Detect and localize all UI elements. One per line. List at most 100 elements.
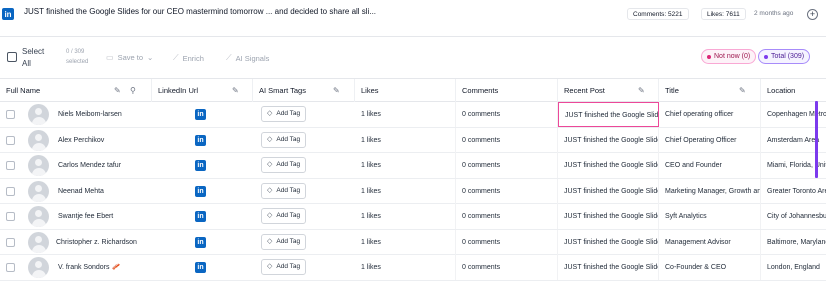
- tag-icon: ◇: [267, 212, 273, 219]
- ai-signals-button[interactable]: ⟋ AI Signals: [226, 53, 269, 63]
- row-location[interactable]: City of Johannesburg: [761, 204, 826, 229]
- row-location[interactable]: London, England: [761, 255, 826, 280]
- row-location[interactable]: Baltimore, Maryland: [761, 230, 826, 255]
- col-linkedin-url-label: LinkedIn Url: [158, 86, 199, 95]
- col-recent-post[interactable]: Recent Post ✎: [558, 79, 659, 102]
- row-title[interactable]: CEO and Founder: [659, 153, 761, 178]
- row-title[interactable]: Marketing Manager, Growth and: [659, 178, 761, 204]
- row-recent-post[interactable]: JUST finished the Google Slides: [558, 204, 659, 229]
- not-now-filter[interactable]: Not now (0): [701, 49, 757, 64]
- save-to-button[interactable]: ▭ Save to ⌄: [106, 53, 153, 62]
- avatar: [28, 257, 49, 278]
- table-row[interactable]: Neenad Mehta in ◇ Add Tag 1 likes 0 comme…: [0, 178, 826, 204]
- row-recent-post[interactable]: JUST finished the Google Slides: [558, 127, 659, 153]
- row-title[interactable]: Syft Analytics: [659, 204, 761, 229]
- col-linkedin-url[interactable]: LinkedIn Url ✎: [152, 79, 253, 102]
- add-tag-button[interactable]: ◇ Add Tag: [261, 131, 307, 148]
- table-row[interactable]: Swantje fee Ebert in ◇ Add Tag 1 likes 0 …: [0, 204, 826, 230]
- row-checkbox[interactable]: [6, 135, 15, 145]
- row-checkbox[interactable]: [6, 161, 15, 170]
- avatar: [28, 206, 49, 227]
- linkedin-icon[interactable]: in: [195, 109, 206, 120]
- row-checkbox[interactable]: [6, 263, 15, 272]
- linkedin-icon[interactable]: in: [195, 236, 206, 248]
- total-filter[interactable]: Total (309): [758, 49, 811, 64]
- pencil-icon[interactable]: ✎: [739, 79, 746, 102]
- table-row[interactable]: Niels Meibom-larsen in ◇ Add Tag 1 likes …: [0, 102, 826, 128]
- pencil-icon[interactable]: ✎: [638, 79, 645, 102]
- add-tag-button[interactable]: ◇ Add Tag: [261, 233, 307, 250]
- col-full-name-label: Full Name: [6, 86, 41, 95]
- add-circle-icon[interactable]: +: [807, 9, 818, 20]
- add-tag-button[interactable]: ◇ Add Tag: [261, 259, 307, 275]
- row-likes: 1 likes: [355, 178, 456, 204]
- row-full-name[interactable]: Swantje fee Ebert: [58, 204, 113, 229]
- row-recent-post[interactable]: JUST finished the Google Slides: [558, 153, 659, 178]
- col-location[interactable]: Location: [761, 79, 826, 102]
- row-checkbox[interactable]: [6, 110, 15, 119]
- pencil-icon[interactable]: ✎: [114, 79, 121, 102]
- avatar: [28, 231, 49, 253]
- row-full-name[interactable]: Niels Meibom-larsen: [58, 102, 122, 127]
- avatar: [28, 104, 49, 125]
- likes-badge: Likes: 7611: [701, 8, 746, 20]
- avatar: [28, 129, 49, 151]
- row-checkbox[interactable]: [6, 212, 15, 221]
- row-likes: 1 likes: [355, 204, 456, 229]
- linkedin-icon[interactable]: in: [195, 134, 206, 146]
- purple-dot-icon: [764, 54, 768, 59]
- table-row[interactable]: V. frank Sondors 🥓 in ◇ Add Tag 1 likes 0…: [0, 255, 826, 281]
- pin-icon[interactable]: ⚲: [130, 79, 136, 102]
- row-full-name[interactable]: V. frank Sondors 🥓: [58, 255, 120, 280]
- col-title-label: Title: [665, 86, 679, 95]
- scrollbar-thumb[interactable]: [815, 101, 818, 178]
- add-tag-button[interactable]: ◇ Add Tag: [261, 157, 307, 173]
- row-recent-post[interactable]: JUST finished the Google Slides: [558, 255, 659, 280]
- not-now-label: Not now (0): [714, 53, 751, 60]
- row-comments: 0 comments: [456, 153, 558, 178]
- row-checkbox[interactable]: [6, 237, 15, 247]
- table-row[interactable]: Alex Perchikov in ◇ Add Tag 1 likes 0 com…: [0, 127, 826, 153]
- row-comments: 0 comments: [456, 127, 558, 153]
- row-likes: 1 likes: [355, 153, 456, 178]
- linkedin-icon[interactable]: in: [195, 160, 206, 171]
- col-ai-smart-tags-label: AI Smart Tags: [259, 86, 306, 95]
- table-row[interactable]: Carlos Mendez tafur in ◇ Add Tag 1 likes …: [0, 153, 826, 179]
- add-tag-button[interactable]: ◇ Add Tag: [261, 106, 307, 122]
- col-comments[interactable]: Comments: [456, 79, 558, 102]
- row-recent-post[interactable]: JUST finished the Google Slides: [558, 102, 659, 127]
- col-ai-smart-tags[interactable]: AI Smart Tags ✎: [253, 79, 355, 102]
- add-tag-label: Add Tag: [276, 161, 301, 168]
- save-to-label: Save to: [117, 53, 143, 62]
- post-title[interactable]: JUST finished the Google Slides for our …: [24, 7, 376, 16]
- row-full-name[interactable]: Christopher z. Richardson: [56, 230, 137, 255]
- linkedin-icon[interactable]: in: [195, 262, 206, 273]
- enrich-button[interactable]: ⟋ Enrich: [173, 53, 204, 63]
- row-title[interactable]: Co-Founder & CEO: [659, 255, 761, 280]
- pencil-icon[interactable]: ✎: [333, 79, 340, 102]
- col-title[interactable]: Title ✎: [659, 79, 761, 102]
- table-row[interactable]: Christopher z. Richardson in ◇ Add Tag 1 …: [0, 229, 826, 255]
- row-full-name[interactable]: Alex Perchikov: [58, 128, 104, 153]
- row-title[interactable]: Chief operating officer: [659, 102, 761, 127]
- comments-badge: Comments: 5221: [627, 8, 689, 20]
- row-title[interactable]: Management Advisor: [659, 229, 761, 255]
- row-recent-post[interactable]: JUST finished the Google Slides: [558, 178, 659, 204]
- pencil-icon[interactable]: ✎: [232, 79, 239, 102]
- col-likes[interactable]: Likes: [355, 79, 456, 102]
- bookmark-icon: ▭: [106, 53, 114, 62]
- row-recent-post[interactable]: JUST finished the Google Slides: [558, 229, 659, 255]
- col-full-name[interactable]: Full Name ✎ ⚲: [0, 79, 152, 102]
- row-location[interactable]: Greater Toronto Area: [761, 179, 826, 204]
- row-title[interactable]: Chief Operating Officer: [659, 127, 761, 153]
- select-all-checkbox[interactable]: [7, 52, 17, 62]
- select-all-label[interactable]: Select All: [22, 46, 52, 70]
- row-comments: 0 comments: [456, 178, 558, 204]
- add-tag-button[interactable]: ◇ Add Tag: [261, 208, 307, 224]
- linkedin-icon[interactable]: in: [195, 211, 206, 222]
- add-tag-button[interactable]: ◇ Add Tag: [261, 182, 307, 199]
- row-checkbox[interactable]: [6, 186, 15, 196]
- row-full-name[interactable]: Neenad Mehta: [58, 179, 104, 204]
- linkedin-icon[interactable]: in: [195, 185, 206, 197]
- row-full-name[interactable]: Carlos Mendez tafur: [58, 153, 121, 178]
